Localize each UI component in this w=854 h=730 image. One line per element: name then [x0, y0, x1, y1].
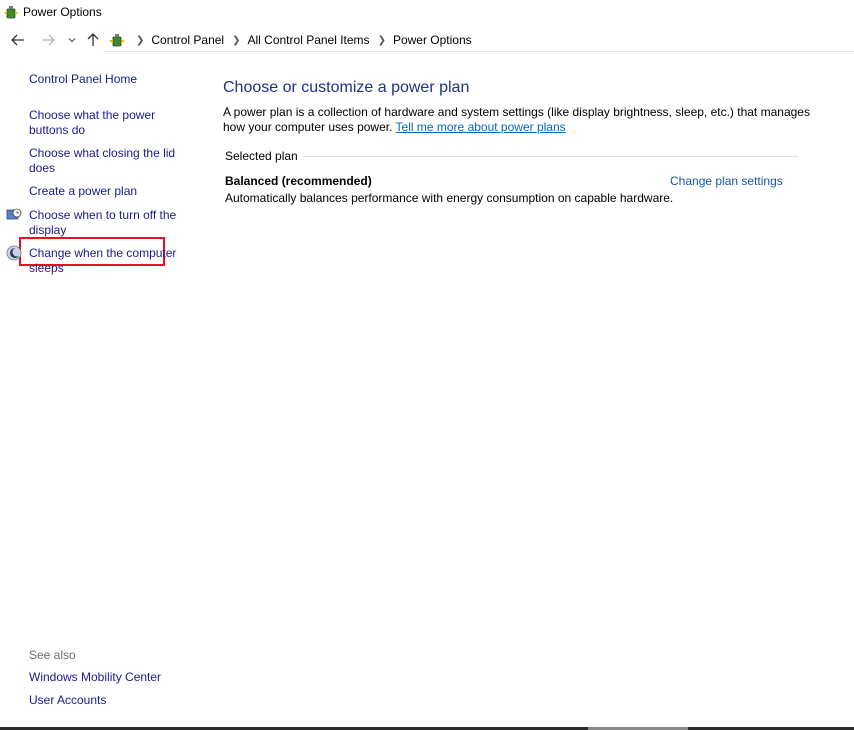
selected-plan-label: Selected plan [225, 149, 298, 163]
page-description: A power plan is a collection of hardware… [223, 105, 813, 135]
see-also-label: See also [29, 648, 76, 662]
display-clock-icon [6, 208, 22, 220]
arrow-left-icon [11, 34, 24, 46]
page-title: Choose or customize a power plan [223, 79, 470, 96]
windows-mobility-center-link[interactable]: Windows Mobility Center [29, 670, 189, 685]
user-accounts-link[interactable]: User Accounts [29, 693, 189, 708]
breadcrumb-control-panel[interactable]: Control Panel [151, 33, 224, 47]
navigation-bar: ❯ Control Panel ❯ All Control Panel Item… [0, 28, 854, 52]
change-plan-settings-link[interactable]: Change plan settings [670, 174, 783, 188]
breadcrumb-power-options[interactable]: Power Options [393, 33, 472, 47]
up-button[interactable] [84, 31, 102, 49]
address-bar[interactable]: ❯ Control Panel ❯ All Control Panel Item… [104, 29, 854, 52]
sidebar-item-create-power-plan[interactable]: Create a power plan [29, 184, 189, 199]
sidebar-item-power-buttons[interactable]: Choose what the power buttons do [29, 108, 169, 138]
learn-more-link[interactable]: Tell me more about power plans [396, 120, 566, 134]
power-options-icon [4, 6, 18, 19]
plan-description: Automatically balances performance with … [225, 191, 674, 205]
recent-locations-button[interactable] [63, 31, 81, 49]
chevron-right-icon[interactable]: ❯ [136, 35, 144, 46]
control-panel-home-link[interactable]: Control Panel Home [29, 72, 189, 87]
breadcrumb-all-control-panel-items[interactable]: All Control Panel Items [248, 33, 370, 47]
divider [303, 156, 798, 157]
power-options-icon [109, 34, 125, 47]
moon-sleep-icon [6, 245, 22, 261]
plan-name: Balanced (recommended) [225, 174, 372, 188]
arrow-up-icon [87, 33, 99, 46]
sidebar: Control Panel Home Choose what the power… [0, 60, 200, 730]
chevron-down-icon [68, 38, 76, 43]
back-button[interactable] [9, 31, 27, 49]
chevron-right-icon[interactable]: ❯ [378, 35, 386, 46]
arrow-right-icon [42, 34, 55, 46]
chevron-right-icon[interactable]: ❯ [232, 35, 240, 46]
sidebar-item-computer-sleeps[interactable]: Change when the computer sleeps [29, 246, 184, 276]
sidebar-item-closing-lid[interactable]: Choose what closing the lid does [29, 146, 181, 176]
forward-button[interactable] [39, 31, 57, 49]
title-bar: Power Options [0, 0, 854, 24]
window-title: Power Options [23, 5, 102, 19]
breadcrumb: ❯ Control Panel ❯ All Control Panel Item… [128, 33, 472, 47]
sidebar-item-turn-off-display[interactable]: Choose when to turn off the display [29, 208, 184, 238]
